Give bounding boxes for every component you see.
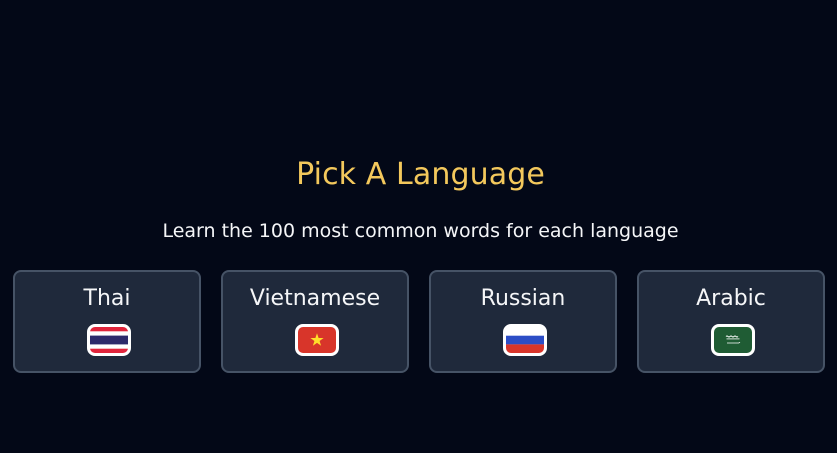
language-card-vietnamese[interactable]: Vietnamese	[221, 270, 409, 373]
language-picker-page: Pick A Language Learn the 100 most commo…	[0, 0, 837, 453]
page-subtitle: Learn the 100 most common words for each…	[162, 220, 679, 242]
vietnam-flag-icon	[295, 324, 339, 356]
language-card-thai[interactable]: Thai	[13, 270, 201, 373]
language-card-label: Russian	[480, 286, 566, 311]
thailand-flag-icon	[87, 324, 131, 356]
language-card-arabic[interactable]: Arabic	[637, 270, 825, 373]
russia-flag-icon	[503, 324, 547, 356]
language-card-list: Thai Vietnamese Russian Arabic	[13, 270, 833, 377]
saudi-arabia-flag-icon	[711, 324, 755, 356]
page-title: Pick A Language	[296, 157, 545, 192]
language-card-label: Vietnamese	[249, 286, 381, 311]
language-card-label: Arabic	[696, 286, 766, 311]
language-card-label: Thai	[83, 286, 131, 311]
language-card-russian[interactable]: Russian	[429, 270, 617, 373]
